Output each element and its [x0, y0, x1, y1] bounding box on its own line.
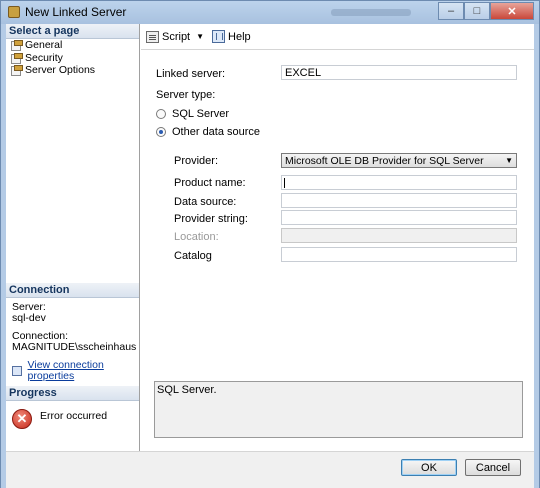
description-panel: SQL Server.	[154, 381, 523, 438]
progress-section: Progress ✕ Error occurred	[6, 386, 139, 435]
ok-button[interactable]: OK	[401, 459, 457, 476]
help-label: Help	[228, 30, 251, 43]
server-type-label: Server type:	[156, 89, 216, 101]
connection-details: Server: sql-dev Connection: MAGNITUDE\ss…	[6, 298, 139, 386]
product-name-label: Product name:	[174, 177, 246, 189]
provider-label: Provider:	[174, 155, 219, 167]
linked-server-label: Linked server:	[156, 68, 226, 80]
close-icon: ✕	[507, 5, 517, 18]
catalog-input[interactable]	[281, 247, 517, 262]
script-button[interactable]: Script ▼	[146, 30, 204, 43]
properties-icon	[12, 366, 22, 376]
other-data-source-radio-label: Other data source	[172, 126, 261, 138]
catalog-label: Catalog	[174, 250, 212, 262]
linked-server-input[interactable]: EXCEL	[281, 65, 517, 80]
connection-value: MAGNITUDE\sscheinhaus	[12, 341, 137, 353]
script-icon	[146, 30, 159, 43]
provider-string-label: Provider string:	[174, 213, 248, 225]
blurred-title-region	[331, 9, 411, 16]
provider-select[interactable]: Microsoft OLE DB Provider for SQL Server…	[281, 153, 517, 168]
maximize-icon: □	[473, 5, 481, 17]
provider-select-value: Microsoft OLE DB Provider for SQL Server	[285, 154, 484, 167]
data-source-input[interactable]	[281, 193, 517, 208]
select-page-header: Select a page	[6, 24, 139, 39]
page-icon	[10, 65, 23, 77]
progress-status-text: Error occurred	[40, 410, 108, 422]
connection-header: Connection	[6, 283, 139, 298]
location-label: Location:	[174, 231, 219, 243]
cancel-button[interactable]: Cancel	[465, 459, 521, 476]
progress-status: ✕ Error occurred	[6, 401, 139, 435]
page-icon	[10, 52, 23, 64]
description-text: SQL Server.	[157, 384, 217, 396]
page-icon	[10, 40, 23, 52]
radio-button-unchecked[interactable]	[156, 109, 166, 119]
title-bar[interactable]: New Linked Server – □ ✕	[0, 0, 540, 24]
window-frame-right	[534, 24, 540, 488]
error-icon: ✕	[12, 409, 32, 429]
minimize-icon: –	[447, 5, 455, 17]
chevron-down-icon: ▼	[505, 156, 513, 165]
minimize-button[interactable]: –	[438, 2, 464, 20]
help-icon	[212, 30, 226, 43]
other-data-source-radio[interactable]: Other data source	[156, 126, 260, 138]
window-title: New Linked Server	[25, 5, 127, 19]
data-source-label: Data source:	[174, 196, 237, 208]
maximize-button[interactable]: □	[464, 2, 490, 20]
radio-button-checked[interactable]	[156, 127, 166, 137]
page-item-security[interactable]: Security	[6, 52, 139, 65]
connection-section: Connection Server: sql-dev Connection: M…	[6, 283, 139, 386]
provider-string-input[interactable]	[281, 210, 517, 225]
app-icon	[8, 6, 20, 18]
view-connection-properties-link[interactable]: View connection properties	[12, 360, 133, 382]
dialog-button-bar: OK Cancel	[6, 451, 534, 488]
server-value: sql-dev	[12, 312, 46, 324]
chevron-down-icon[interactable]: ▼	[196, 32, 204, 41]
page-item-label: General	[25, 39, 63, 52]
right-pane: Script ▼ Help Linked server: EXCEL Serve…	[141, 24, 534, 451]
page-item-label: Server Options	[25, 64, 96, 77]
location-input	[281, 228, 517, 243]
help-button[interactable]: Help	[212, 30, 251, 43]
sql-server-radio-label: SQL Server	[172, 108, 230, 120]
close-button[interactable]: ✕	[490, 2, 534, 20]
script-label: Script	[162, 30, 191, 43]
view-connection-properties-label: View connection properties	[27, 359, 104, 382]
page-item-server-options[interactable]: Server Options	[6, 64, 139, 77]
page-item-label: Security	[25, 51, 63, 64]
page-item-general[interactable]: General	[6, 39, 139, 52]
toolbar: Script ▼ Help	[141, 24, 534, 50]
window-controls: – □ ✕	[438, 2, 534, 20]
sql-server-radio[interactable]: SQL Server	[156, 108, 229, 120]
product-name-input[interactable]	[281, 175, 517, 190]
progress-header: Progress	[6, 386, 139, 401]
left-pane: Select a page General Security Server Op…	[6, 24, 140, 451]
